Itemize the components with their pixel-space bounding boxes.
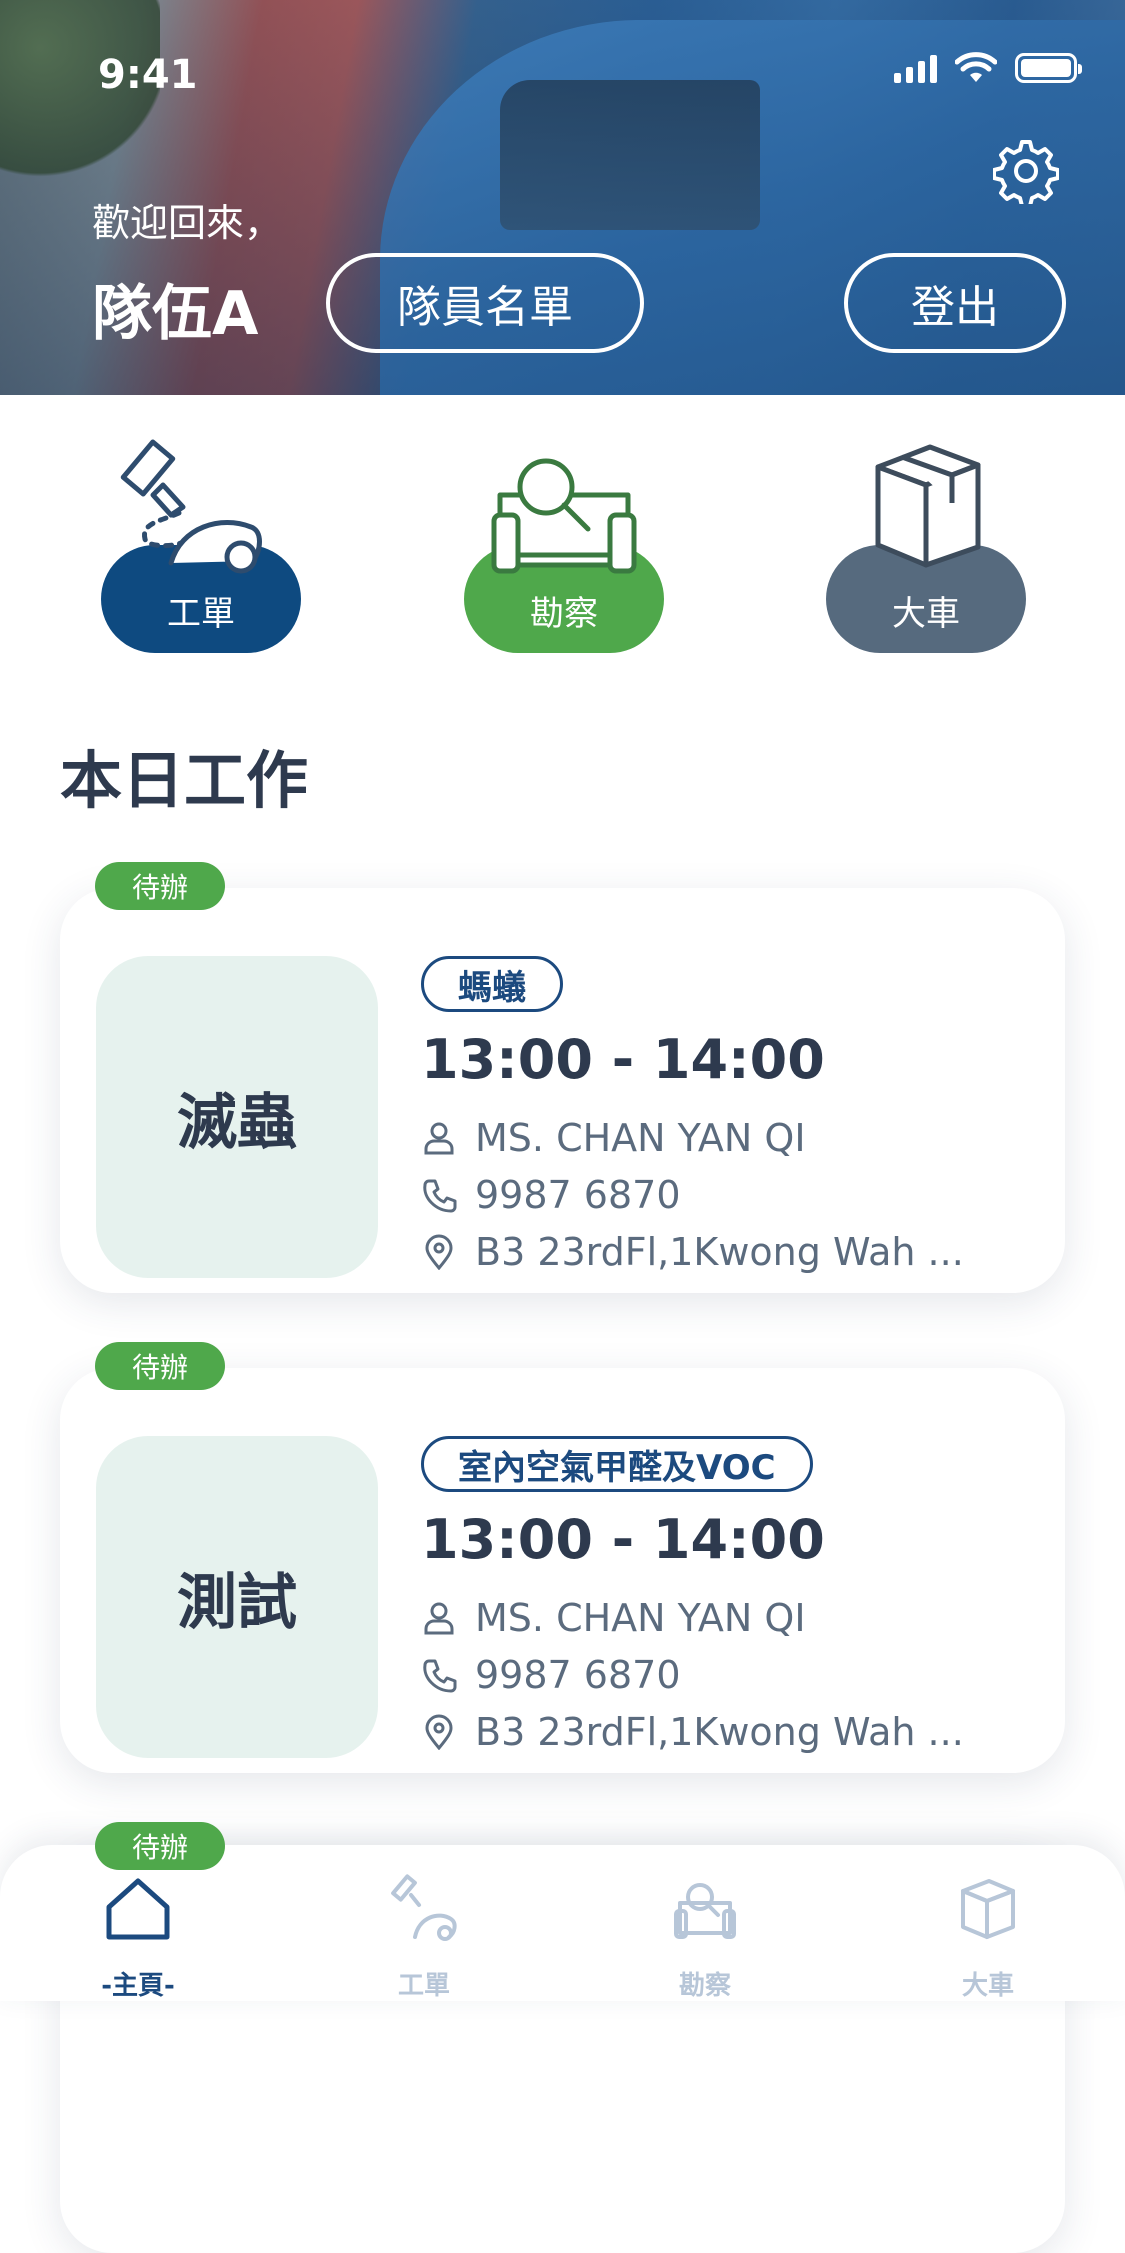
job-contact-row: MS. CHAN YAN QI bbox=[421, 1596, 806, 1640]
quick-action-work-order[interactable]: 工單 bbox=[101, 395, 301, 685]
spray-bug-icon bbox=[391, 1874, 457, 1941]
person-icon bbox=[424, 1122, 454, 1155]
quick-actions: 工單 勘察 大車 bbox=[0, 395, 1125, 685]
job-time: 13:00 - 14:00 bbox=[421, 1028, 825, 1091]
job-category: 滅蟲 bbox=[96, 956, 378, 1278]
status-bar: 9:41 bbox=[0, 0, 1125, 150]
nav-truck[interactable]: 大車 bbox=[918, 1873, 1058, 2001]
nav-survey[interactable]: 勘察 bbox=[635, 1873, 775, 2001]
quick-action-survey[interactable]: 勘察 bbox=[464, 395, 664, 685]
phone-icon bbox=[423, 1659, 457, 1693]
battery-icon bbox=[1015, 53, 1082, 83]
logout-button[interactable]: 登出 bbox=[844, 253, 1066, 353]
job-contact: MS. CHAN YAN QI bbox=[475, 1116, 806, 1160]
inspection-icon bbox=[674, 1883, 736, 1939]
status-icons bbox=[894, 52, 1082, 84]
location-pin-icon bbox=[425, 1234, 453, 1270]
phone-icon bbox=[423, 1179, 457, 1213]
nav-label: -主頁- bbox=[101, 1971, 175, 2001]
nav-home[interactable]: -主頁- bbox=[68, 1873, 208, 2001]
status-badge: 待辦 bbox=[95, 1342, 225, 1390]
job-address: B3 23rdFl,1Kwong Wah ... bbox=[475, 1230, 964, 1274]
nav-label: 大車 bbox=[961, 1971, 1014, 2001]
job-time: 13:00 - 14:00 bbox=[421, 1508, 825, 1571]
job-card-body: 滅蟲 螞蟻 13:00 - 14:00 MS. CHAN YAN QI 9987… bbox=[60, 888, 1065, 1293]
team-roster-button[interactable]: 隊員名單 bbox=[326, 253, 644, 353]
welcome-text: 歡迎回來， bbox=[92, 201, 283, 245]
job-phone: 9987 6870 bbox=[475, 1173, 681, 1217]
job-phone: 9987 6870 bbox=[475, 1653, 681, 1697]
job-address: B3 23rdFl,1Kwong Wah ... bbox=[475, 1710, 964, 1754]
job-tag: 螞蟻 bbox=[421, 956, 563, 1012]
job-address-row: B3 23rdFl,1Kwong Wah ... bbox=[421, 1710, 964, 1754]
box-icon bbox=[875, 444, 981, 568]
job-contact: MS. CHAN YAN QI bbox=[475, 1596, 806, 1640]
job-tag: 室內空氣甲醛及VOC bbox=[421, 1436, 813, 1492]
quick-action-truck[interactable]: 大車 bbox=[826, 395, 1026, 685]
nav-work-order[interactable]: 工單 bbox=[354, 1873, 494, 2001]
job-card[interactable]: 待辦 測試 室內空氣甲醛及VOC 13:00 - 14:00 MS. CHAN … bbox=[60, 1342, 1065, 1773]
team-name: 隊伍A bbox=[92, 279, 259, 349]
job-phone-row: 9987 6870 bbox=[421, 1653, 681, 1697]
inspection-icon bbox=[491, 458, 637, 574]
nav-label: 勘察 bbox=[678, 1971, 731, 2001]
spray-bug-icon bbox=[120, 439, 262, 574]
job-contact-row: MS. CHAN YAN QI bbox=[421, 1116, 806, 1160]
person-icon bbox=[424, 1602, 454, 1635]
job-phone-row: 9987 6870 bbox=[421, 1173, 681, 1217]
nav-label: 工單 bbox=[397, 1971, 450, 2001]
job-address-row: B3 23rdFl,1Kwong Wah ... bbox=[421, 1230, 964, 1274]
job-category: 測試 bbox=[96, 1436, 378, 1758]
status-badge: 待辦 bbox=[95, 862, 225, 910]
job-card[interactable]: 待辦 滅蟲 螞蟻 13:00 - 14:00 MS. CHAN YAN QI 9… bbox=[60, 862, 1065, 1293]
status-time: 9:41 bbox=[98, 52, 198, 98]
settings-gear-icon[interactable] bbox=[993, 138, 1059, 204]
box-icon bbox=[961, 1879, 1015, 1939]
section-title-today: 本日工作 bbox=[60, 744, 309, 817]
location-pin-icon bbox=[425, 1714, 453, 1750]
status-badge: 待辦 bbox=[95, 1822, 225, 1870]
job-card-body: 測試 室內空氣甲醛及VOC 13:00 - 14:00 MS. CHAN YAN… bbox=[60, 1368, 1065, 1773]
cellular-signal-icon bbox=[894, 53, 937, 83]
wifi-icon bbox=[955, 52, 997, 82]
home-icon bbox=[106, 1878, 170, 1940]
